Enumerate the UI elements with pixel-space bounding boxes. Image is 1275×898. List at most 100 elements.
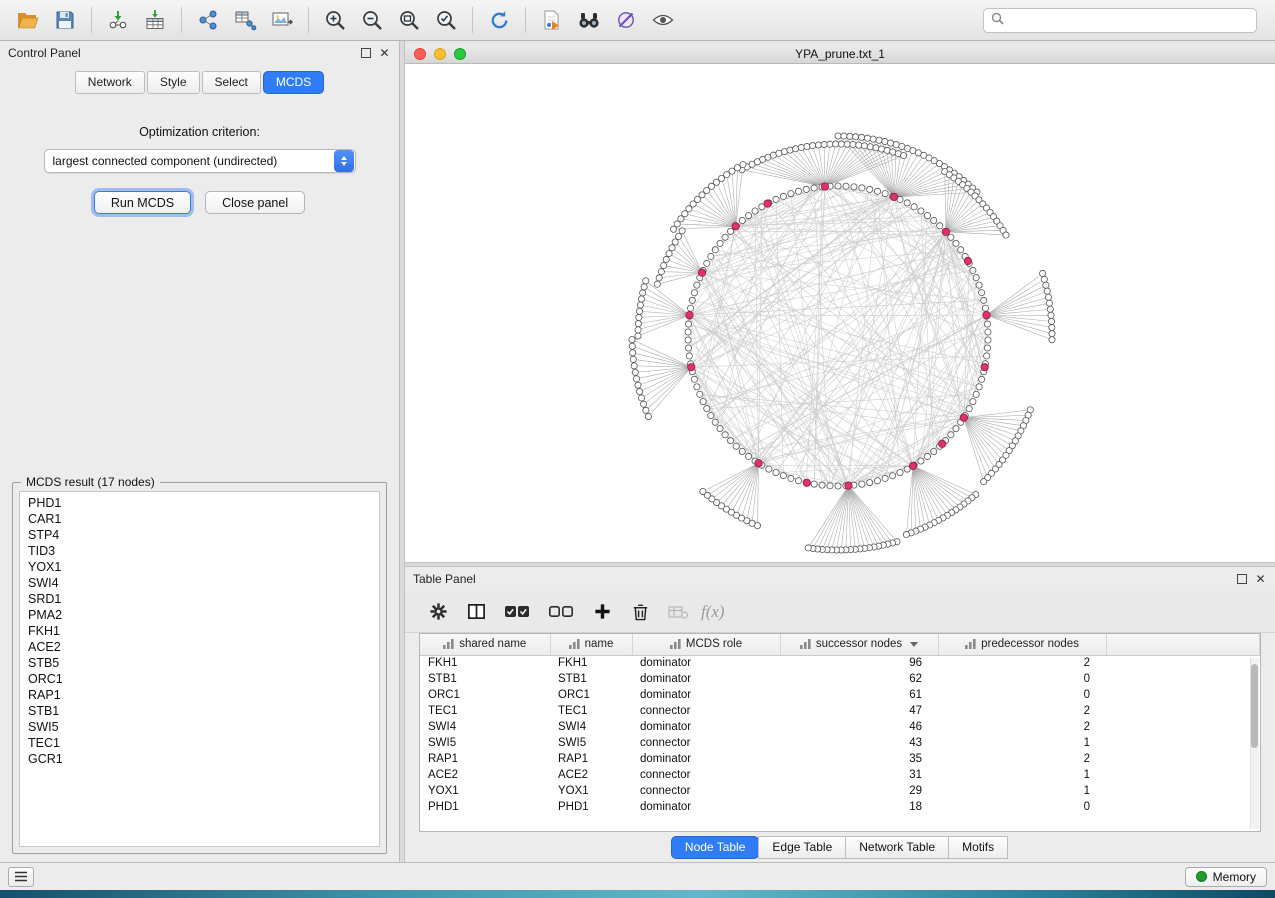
table-tab-motifs[interactable]: Motifs bbox=[948, 836, 1008, 859]
search-icon bbox=[991, 12, 1004, 28]
column-header-mcds-role[interactable]: MCDS role bbox=[632, 634, 780, 655]
tab-style[interactable]: Style bbox=[147, 71, 200, 94]
delete-column-icon[interactable] bbox=[623, 595, 657, 629]
column-header-predecessor-nodes[interactable]: predecessor nodes bbox=[938, 634, 1106, 655]
open-folder-icon[interactable] bbox=[10, 4, 46, 36]
table-row[interactable]: TEC1TEC1connector472 bbox=[420, 703, 1260, 719]
columns-icon[interactable] bbox=[459, 595, 493, 629]
close-panel-icon[interactable]: ✕ bbox=[378, 47, 391, 60]
table-row[interactable]: FKH1FKH1dominator962 bbox=[420, 655, 1260, 671]
sort-icon bbox=[800, 639, 811, 649]
export-image-icon[interactable] bbox=[264, 4, 300, 36]
scrollbar-thumb[interactable] bbox=[1251, 664, 1258, 748]
mcds-result-item[interactable]: ACE2 bbox=[20, 639, 379, 655]
sort-icon bbox=[443, 639, 454, 649]
status-bar: Memory bbox=[0, 862, 1275, 890]
main-toolbar bbox=[0, 0, 1275, 41]
column-header-shared-name[interactable]: shared name bbox=[420, 634, 550, 655]
mcds-result-item[interactable]: CAR1 bbox=[20, 511, 379, 527]
mcds-result-item[interactable]: YOX1 bbox=[20, 559, 379, 575]
table-tabs: Node TableEdge TableNetwork TableMotifs bbox=[405, 832, 1275, 862]
float-table-panel-icon[interactable] bbox=[1237, 574, 1247, 584]
zoom-out-icon[interactable] bbox=[354, 4, 390, 36]
close-table-panel-icon[interactable]: ✕ bbox=[1254, 573, 1267, 586]
run-mcds-button[interactable]: Run MCDS bbox=[94, 191, 191, 214]
share-network-icon[interactable] bbox=[190, 4, 226, 36]
toolbar-separator bbox=[91, 7, 92, 33]
import-network-file-icon[interactable] bbox=[100, 4, 136, 36]
table-row[interactable]: ACE2ACE2connector311 bbox=[420, 767, 1260, 783]
sort-icon bbox=[569, 639, 580, 649]
network-canvas[interactable] bbox=[405, 64, 1275, 562]
mcds-result-item[interactable]: STB5 bbox=[20, 655, 379, 671]
mcds-result-item[interactable]: PMA2 bbox=[20, 607, 379, 623]
mcds-tab-content: Optimization criterion: largest connecte… bbox=[0, 99, 399, 862]
mcds-result-item[interactable]: TEC1 bbox=[20, 735, 379, 751]
toolbar-search bbox=[983, 8, 1257, 33]
table-row[interactable]: SWI4SWI4dominator462 bbox=[420, 719, 1260, 735]
mcds-result-item[interactable]: STB1 bbox=[20, 703, 379, 719]
column-header-name[interactable]: name bbox=[550, 634, 632, 655]
table-row[interactable]: YOX1YOX1connector291 bbox=[420, 783, 1260, 799]
select-all-icon[interactable] bbox=[497, 595, 537, 629]
mcds-result-item[interactable]: PHD1 bbox=[20, 495, 379, 511]
mcds-result-item[interactable]: GCR1 bbox=[20, 751, 379, 767]
hide-graphics-details-icon[interactable] bbox=[608, 4, 644, 36]
tab-mcds[interactable]: MCDS bbox=[263, 71, 324, 94]
toolbar-separator bbox=[472, 7, 473, 33]
criterion-dropdown[interactable]: largest connected component (undirected) bbox=[44, 149, 356, 173]
node-table: shared name name MCDS role successor n bbox=[420, 634, 1260, 815]
search-input[interactable] bbox=[1010, 13, 1249, 27]
save-icon[interactable] bbox=[47, 4, 83, 36]
search-field[interactable] bbox=[983, 8, 1257, 33]
application-window: Control Panel ✕ NetworkStyleSelectMCDS O… bbox=[0, 0, 1275, 898]
column-header-successor-nodes[interactable]: successor nodes bbox=[780, 634, 938, 655]
mcds-result-item[interactable]: RAP1 bbox=[20, 687, 379, 703]
mcds-result-item[interactable]: SRD1 bbox=[20, 591, 379, 607]
memory-button[interactable]: Memory bbox=[1185, 867, 1267, 887]
search-objects-icon[interactable] bbox=[571, 4, 607, 36]
table-row[interactable]: PHD1PHD1dominator180 bbox=[420, 799, 1260, 815]
table-row[interactable]: ORC1ORC1dominator610 bbox=[420, 687, 1260, 703]
table-row[interactable]: RAP1RAP1dominator352 bbox=[420, 751, 1260, 767]
mcds-result-title: MCDS result (17 nodes) bbox=[21, 475, 160, 489]
show-graphics-details-icon[interactable] bbox=[645, 4, 681, 36]
mcds-result-item[interactable]: FKH1 bbox=[20, 623, 379, 639]
clear-values-icon[interactable] bbox=[661, 595, 695, 629]
float-panel-icon[interactable] bbox=[361, 48, 371, 58]
mcds-result-item[interactable]: SWI4 bbox=[20, 575, 379, 591]
zoom-selected-icon[interactable] bbox=[428, 4, 464, 36]
deselect-all-icon[interactable] bbox=[541, 595, 581, 629]
mcds-result-item[interactable]: STP4 bbox=[20, 527, 379, 543]
dropdown-stepper-icon bbox=[334, 150, 354, 172]
mcds-result-list[interactable]: PHD1CAR1STP4TID3YOX1SWI4SRD1PMA2FKH1ACE2… bbox=[19, 491, 380, 847]
control-panel-title: Control Panel bbox=[8, 46, 354, 60]
add-column-icon[interactable] bbox=[585, 595, 619, 629]
toolbar-separator bbox=[308, 7, 309, 33]
control-panel-header: Control Panel ✕ bbox=[0, 41, 399, 65]
import-table-file-icon[interactable] bbox=[137, 4, 173, 36]
apply-function-icon[interactable]: f(x) bbox=[701, 602, 725, 622]
optimization-criterion-label: Optimization criterion: bbox=[12, 125, 387, 139]
network-from-table-icon[interactable] bbox=[227, 4, 263, 36]
tab-select[interactable]: Select bbox=[202, 71, 261, 94]
export-document-icon[interactable] bbox=[534, 4, 570, 36]
memory-label: Memory bbox=[1213, 870, 1256, 884]
mcds-result-item[interactable]: ORC1 bbox=[20, 671, 379, 687]
settings-gear-icon[interactable] bbox=[421, 595, 455, 629]
close-panel-button[interactable]: Close panel bbox=[205, 191, 305, 214]
refresh-icon[interactable] bbox=[481, 4, 517, 36]
tab-network[interactable]: Network bbox=[75, 71, 145, 94]
control-panel-tabs: NetworkStyleSelectMCDS bbox=[0, 65, 399, 99]
table-tab-network-table[interactable]: Network Table bbox=[845, 836, 949, 859]
mcds-result-item[interactable]: SWI5 bbox=[20, 719, 379, 735]
zoom-fit-icon[interactable] bbox=[391, 4, 427, 36]
mcds-result-item[interactable]: TID3 bbox=[20, 543, 379, 559]
table-scrollbar[interactable] bbox=[1250, 658, 1259, 829]
show-panels-list-icon[interactable] bbox=[8, 867, 34, 887]
table-row[interactable]: STB1STB1dominator620 bbox=[420, 671, 1260, 687]
table-row[interactable]: SWI5SWI5connector431 bbox=[420, 735, 1260, 751]
table-tab-node-table[interactable]: Node Table bbox=[671, 836, 760, 859]
table-tab-edge-table[interactable]: Edge Table bbox=[758, 836, 846, 859]
zoom-in-icon[interactable] bbox=[317, 4, 353, 36]
